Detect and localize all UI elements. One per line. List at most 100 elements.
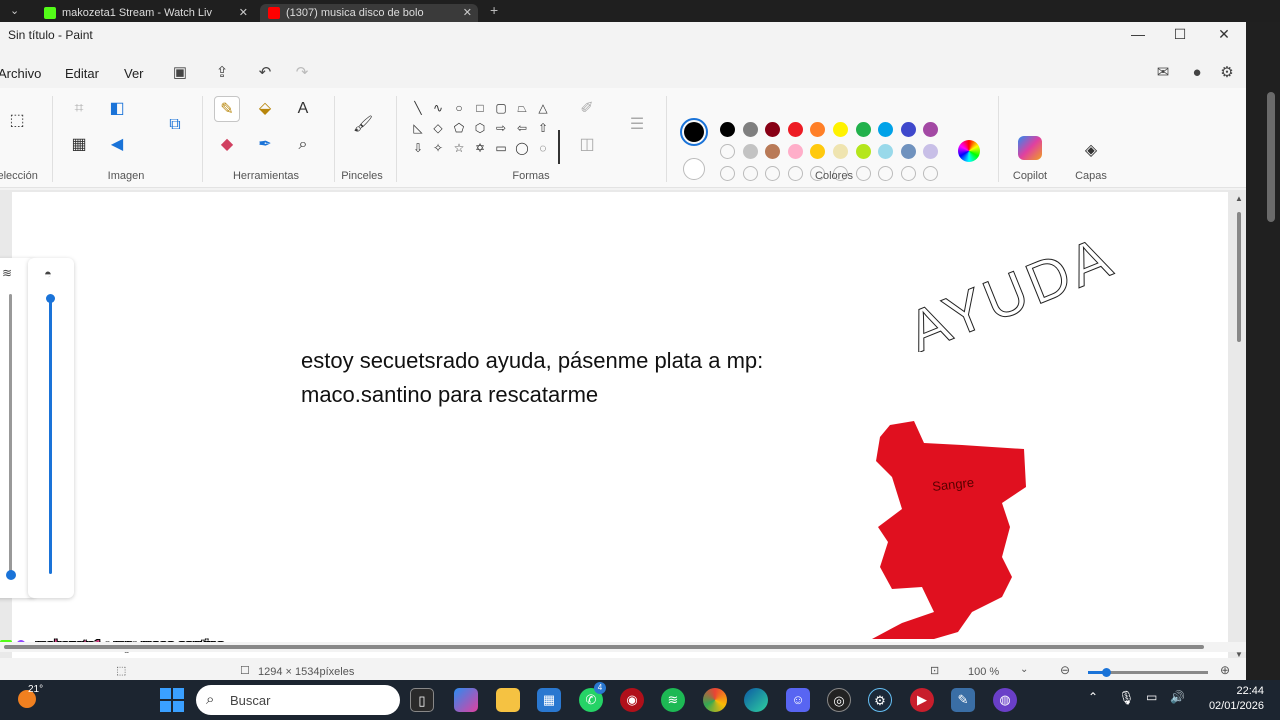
custom-color-slot[interactable] <box>855 166 871 181</box>
color-swatch[interactable] <box>720 122 735 137</box>
fit-screen-icon[interactable]: ⊡ <box>930 664 939 677</box>
brush-icon[interactable]: 🖌 <box>350 112 376 138</box>
network-icon[interactable]: ▭ <box>1146 690 1157 704</box>
color-swatch[interactable] <box>810 122 826 137</box>
color-swatch[interactable] <box>787 122 803 137</box>
color-swatch[interactable] <box>742 122 758 137</box>
custom-color-slot[interactable] <box>765 166 781 181</box>
minimize-button[interactable]: — <box>1128 26 1148 42</box>
zoom-in-icon[interactable]: ⊕ <box>1220 663 1230 677</box>
opacity-slider[interactable] <box>49 298 52 574</box>
image-search-icon[interactable]: ⧉ <box>162 112 188 138</box>
discord-icon[interactable]: ☺ <box>786 688 810 712</box>
custom-color-slot[interactable] <box>923 166 939 181</box>
color-swatch[interactable] <box>923 144 939 159</box>
menu-archivo[interactable]: Archivo <box>0 66 41 81</box>
copilot-icon[interactable] <box>1018 136 1042 160</box>
four-point-star-shape-icon[interactable]: ✧ <box>430 140 446 156</box>
secondary-color[interactable] <box>683 158 705 180</box>
scroll-up-arrow-icon[interactable]: ▲ <box>1235 194 1243 203</box>
maximize-button[interactable]: ☐ <box>1170 26 1190 43</box>
curve-shape-icon[interactable]: ∿ <box>430 100 446 116</box>
save-icon[interactable]: ▣ <box>171 64 189 82</box>
color-swatch[interactable] <box>787 144 803 159</box>
feedback-icon[interactable]: ✉ <box>1154 64 1172 82</box>
fill-icon[interactable]: ◫ <box>574 132 600 158</box>
opacity-thumb[interactable] <box>46 294 55 303</box>
canvas-text-box[interactable]: estoy secuetsrado ayuda, pásenme plata a… <box>301 344 763 412</box>
text-tool-icon[interactable]: A <box>290 96 316 122</box>
layers-icon[interactable]: ◈ <box>1078 138 1104 164</box>
undo-icon[interactable]: ↶ <box>256 64 274 82</box>
share-icon[interactable]: ⇪ <box>213 64 231 82</box>
start-button[interactable] <box>160 688 184 712</box>
fill-bucket-icon[interactable]: ⬙ <box>252 96 278 122</box>
edge-icon[interactable] <box>744 688 768 712</box>
edit-colors-icon[interactable] <box>958 140 980 162</box>
color-picker-icon[interactable]: ✒ <box>252 132 278 158</box>
polygon-shape-icon[interactable]: ⏢ <box>514 100 530 116</box>
menu-editar[interactable]: Editar <box>65 66 99 81</box>
hexagon-shape-icon[interactable]: ⬡ <box>472 120 488 136</box>
magnifier-icon[interactable]: ⌕ <box>290 132 316 158</box>
close-button[interactable]: ✕ <box>1214 26 1234 43</box>
app-purple-icon[interactable]: ◍ <box>993 688 1017 712</box>
color-swatch[interactable] <box>900 122 916 137</box>
task-view-icon[interactable]: ▯ <box>410 688 434 712</box>
app-red-icon[interactable]: ◉ <box>620 688 644 712</box>
color-swatch[interactable] <box>878 144 894 159</box>
taskbar-search[interactable]: ⌕ Buscar <box>196 685 400 715</box>
microphone-icon[interactable]: 🎙 <box>1118 690 1135 706</box>
clock[interactable]: 22:44 02/01/2026 <box>1200 684 1264 714</box>
color-swatch[interactable] <box>742 144 758 159</box>
rounded-rect-shape-icon[interactable]: ▢ <box>493 100 509 116</box>
brush-size-slider[interactable] <box>9 294 12 574</box>
outline-icon[interactable]: ✐ <box>574 96 600 122</box>
custom-color-slot[interactable] <box>878 166 894 181</box>
redo-icon[interactable]: ↷ <box>293 64 311 82</box>
pentagon-shape-icon[interactable]: ⬠ <box>451 120 467 136</box>
six-point-star-shape-icon[interactable]: ✡ <box>472 140 488 156</box>
line-shape-icon[interactable]: ╲ <box>410 100 426 116</box>
custom-color-slot[interactable] <box>720 166 735 181</box>
arrow-right-shape-icon[interactable]: ⇨ <box>493 120 509 136</box>
color-swatch[interactable] <box>765 122 781 137</box>
canvas-horizontal-scrollbar[interactable] <box>0 642 1246 652</box>
chrome-icon[interactable] <box>703 688 727 712</box>
arrow-left-shape-icon[interactable]: ⇦ <box>514 120 530 136</box>
color-swatch[interactable] <box>765 144 781 159</box>
browser-menu-chevron[interactable]: ⌄ <box>10 4 19 17</box>
zoom-out-icon[interactable]: ⊖ <box>1060 663 1070 677</box>
zoom-dropdown-icon[interactable]: ⌄ <box>1020 664 1028 675</box>
close-tab-icon[interactable]: ✕ <box>239 4 248 22</box>
five-point-star-shape-icon[interactable]: ☆ <box>451 140 467 156</box>
custom-color-slot[interactable] <box>900 166 916 181</box>
crop-icon[interactable]: ⌗ <box>66 96 92 122</box>
background-remove-icon[interactable]: ▦ <box>66 132 92 158</box>
triangle-shape-icon[interactable]: △ <box>535 100 551 116</box>
arrow-up-shape-icon[interactable]: ⇧ <box>535 120 551 136</box>
color-swatch[interactable] <box>855 144 871 159</box>
callout-rect-shape-icon[interactable]: ▭ <box>493 140 509 156</box>
shapes-scrollbar[interactable] <box>558 130 560 164</box>
color-swatch[interactable] <box>833 144 848 159</box>
spotify-icon[interactable]: ≋ <box>661 688 685 712</box>
color-swatch[interactable] <box>833 122 848 137</box>
zoom-slider[interactable] <box>1088 668 1208 677</box>
close-tab-icon[interactable]: ✕ <box>463 4 472 22</box>
file-explorer-icon[interactable] <box>496 688 520 712</box>
store-icon[interactable]: ▦ <box>537 688 561 712</box>
steam-icon[interactable]: ⚙ <box>868 688 892 712</box>
callout-oval-shape-icon[interactable]: ◯ <box>514 140 530 156</box>
eraser-icon[interactable]: ◆ <box>214 132 240 158</box>
primary-color[interactable] <box>680 118 708 146</box>
shape-options-icon[interactable]: ☰ <box>624 112 650 138</box>
media-player-icon[interactable]: ▶ <box>910 688 934 712</box>
account-icon[interactable]: ● <box>1188 64 1206 82</box>
browser-tab-youtube[interactable]: (1307) musica disco de bolo ✕ <box>260 4 478 22</box>
right-triangle-shape-icon[interactable]: ◺ <box>410 120 426 136</box>
canvas-vertical-scrollbar[interactable]: ▲ ▼ <box>1235 194 1243 659</box>
resize-icon[interactable]: ◧ <box>104 96 130 122</box>
color-swatch[interactable] <box>900 144 916 159</box>
custom-color-slot[interactable] <box>787 166 803 181</box>
